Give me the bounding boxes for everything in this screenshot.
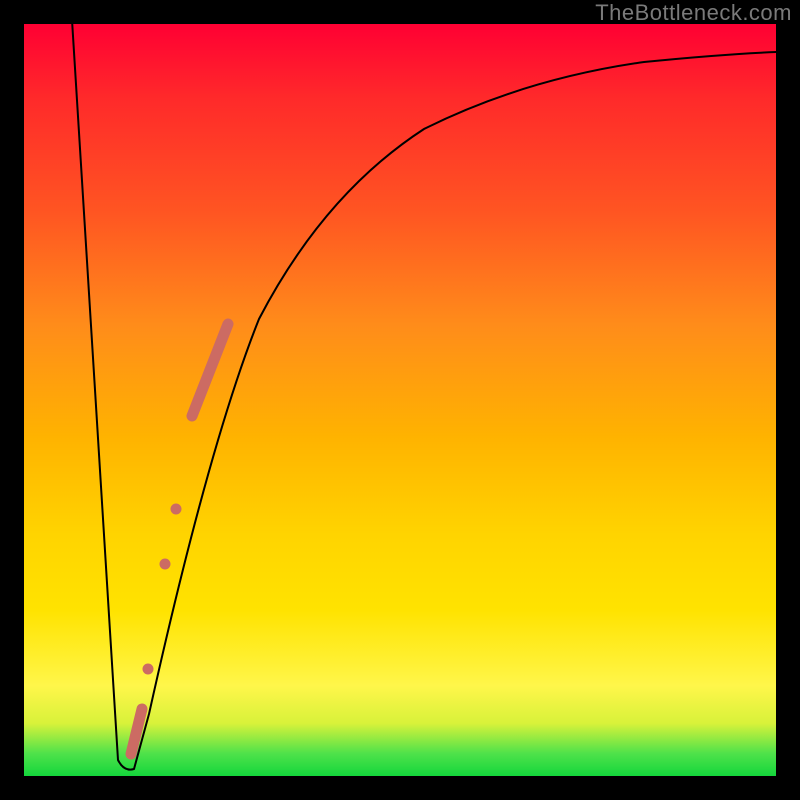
plot-area [24,24,776,776]
chart-frame: TheBottleneck.com [0,0,800,800]
marker-dot-1 [171,504,182,515]
marker-dot-2 [160,559,171,570]
bottleneck-curve [62,0,776,770]
watermark-text: TheBottleneck.com [595,0,792,26]
marker-dot-3 [143,664,154,675]
marker-thick-segment [192,324,228,416]
chart-svg [24,24,776,776]
